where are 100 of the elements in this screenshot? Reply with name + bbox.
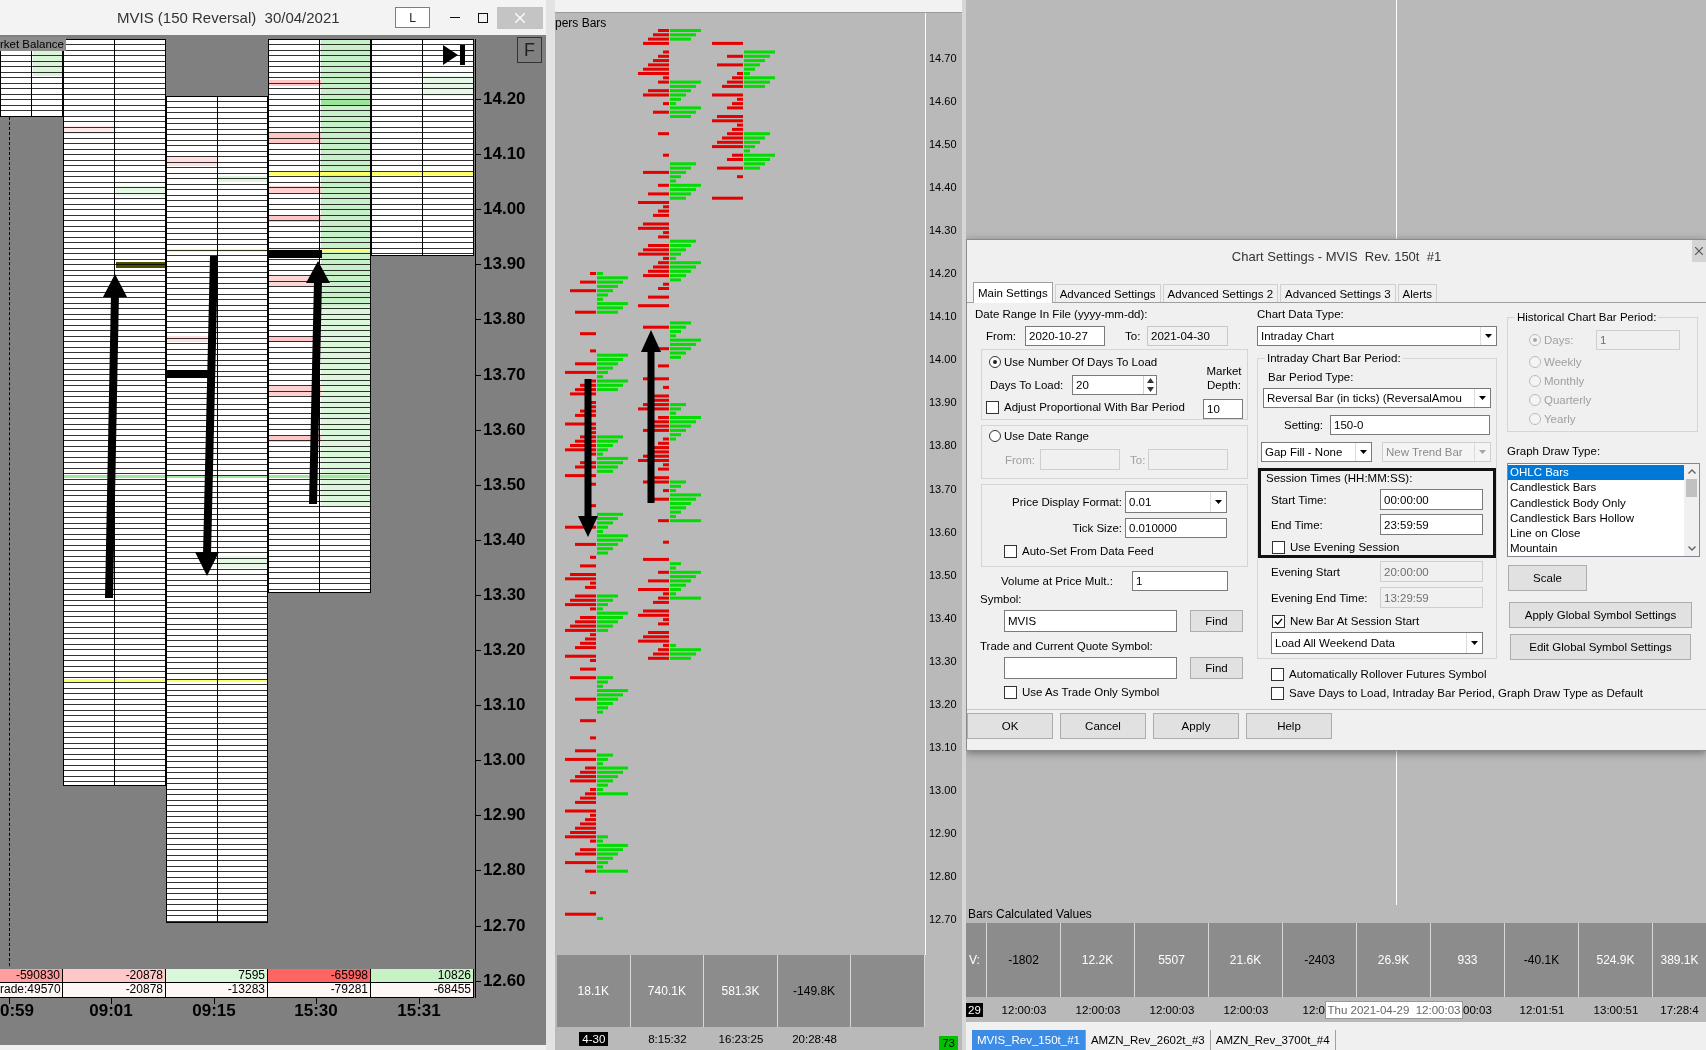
list-item[interactable]: Candlestick Bars [1508, 480, 1684, 496]
price-label: 13.80 [483, 309, 526, 330]
checkbox[interactable] [1004, 685, 1017, 699]
checkbox-label: Use Evening Session [1290, 541, 1400, 553]
list-item[interactable]: Candlestick Body Only [1508, 495, 1684, 511]
help-button[interactable]: Help [1246, 713, 1332, 739]
input-field[interactable]: 00:00:00 [1380, 489, 1483, 510]
input-field[interactable]: 2020-10-27 [1025, 326, 1105, 346]
caret-icon [1360, 450, 1367, 454]
field-label: Evening End Time: [1271, 590, 1369, 605]
apply-global-settings-button[interactable]: Apply Global Symbol Settings [1509, 602, 1692, 628]
checkbox[interactable] [1272, 614, 1285, 628]
input-field[interactable]: 20 [1072, 375, 1157, 395]
title-bar-button[interactable]: L [395, 7, 430, 28]
find-button[interactable]: Find [1190, 657, 1243, 679]
price-label: 14.40 [929, 180, 957, 195]
tab[interactable]: Advanced Settings 3 [1280, 284, 1396, 302]
checkbox[interactable] [1004, 544, 1017, 558]
price-label: 13.80 [929, 438, 957, 453]
dropdown[interactable]: Gap Fill - None [1261, 442, 1372, 462]
corner-button[interactable]: F [517, 37, 542, 63]
apply-button[interactable]: Apply [1153, 713, 1239, 739]
caret-icon [1479, 450, 1486, 454]
window-title: MVIS (150 Reversal) 30/04/2021 [117, 9, 340, 26]
summary-cell: -13283 [166, 983, 268, 998]
close-button[interactable] [1692, 240, 1706, 262]
radio-label: Monthly [1544, 375, 1585, 387]
dropdown[interactable]: 0.01 [1125, 491, 1227, 513]
price-label: 13.10 [929, 739, 957, 754]
summary-cell: -590830 [0, 969, 63, 983]
checkbox-label: Save Days to Load, Intraday Bar Period, Graph Draw Type as Default [1289, 687, 1643, 699]
scroll-thumb[interactable] [1686, 479, 1697, 497]
price-label: 13.30 [483, 584, 526, 605]
price-label: 14.00 [929, 352, 957, 367]
input-field[interactable]: 0.010000 [1125, 518, 1227, 538]
count-badge: 73 [939, 1035, 958, 1050]
radio-label: Days: [1544, 334, 1574, 346]
time-label: 0:59 [0, 1001, 36, 1021]
input-field[interactable]: 10 [1203, 399, 1243, 419]
input-field[interactable]: 2021-04-30 [1147, 326, 1228, 346]
study-value: 12.2K [1081, 953, 1114, 967]
edit-global-settings-button[interactable]: Edit Global Symbol Settings [1510, 634, 1691, 660]
tab[interactable]: Advanced Settings 2 [1162, 284, 1279, 302]
field-label: Trade and Current Quote Symbol: [980, 639, 1153, 653]
price-label: 13.60 [929, 524, 957, 539]
field-label: Symbol: [980, 592, 1022, 606]
price-label: 12.70 [929, 912, 957, 926]
price-label: 13.50 [483, 474, 526, 495]
tab[interactable]: Main Settings [973, 282, 1053, 303]
summary-cell: 10826 [371, 969, 474, 983]
study-label: Bars Calculated Values [968, 907, 1092, 921]
list-item[interactable]: OHLC Bars [1508, 465, 1684, 481]
checkbox[interactable] [986, 400, 999, 414]
cancel-button[interactable]: Cancel [1060, 713, 1146, 739]
dropdown[interactable]: Intraday Chart [1257, 326, 1497, 346]
dropdown[interactable]: Reversal Bar (in ticks) (ReversalAmou [1263, 388, 1491, 408]
checkbox[interactable] [1271, 667, 1284, 681]
checkbox-label: Auto-Set From Data Feed [1022, 545, 1154, 557]
input-field[interactable]: 1 [1132, 571, 1228, 591]
input-field[interactable]: 23:59:59 [1380, 514, 1483, 535]
input-field[interactable]: MVIS [1004, 610, 1177, 632]
dropdown[interactable]: Load All Weekend Data [1271, 632, 1483, 654]
price-label: 13.90 [483, 254, 526, 275]
scrollbar[interactable] [1684, 464, 1699, 556]
checkbox[interactable] [1272, 540, 1285, 554]
study-value: V: [969, 953, 980, 967]
radio-button[interactable] [989, 356, 1001, 368]
scale-button[interactable]: Scale [1508, 565, 1587, 591]
field-label: Volume at Price Mult.: [1001, 574, 1114, 588]
date-badge: 4-30 [579, 1031, 609, 1046]
skip-to-end-icon[interactable] [443, 45, 465, 65]
field-label: Start Time: [1271, 492, 1328, 507]
caret-icon [1485, 334, 1492, 338]
input-field[interactable] [1004, 657, 1177, 679]
list-item[interactable]: Candlestick Bars Hollow [1508, 510, 1684, 527]
checkbox[interactable] [1271, 686, 1284, 700]
price-label: 14.00 [483, 199, 526, 220]
summary-cell: -79281 [268, 983, 371, 998]
radio-button[interactable] [989, 430, 1001, 442]
field-label: Bar Period Type: [1268, 370, 1354, 384]
scroll-up-icon[interactable] [1687, 469, 1696, 474]
find-button[interactable]: Find [1190, 610, 1243, 632]
price-label: 14.70 [929, 51, 957, 65]
tab[interactable]: Advanced Settings [1054, 284, 1161, 302]
price-label: 14.50 [929, 137, 957, 152]
price-label: 14.10 [483, 144, 526, 165]
ok-button[interactable]: OK [967, 713, 1053, 739]
list-item[interactable]: Line on Close [1508, 526, 1684, 542]
spin-arrows-icon[interactable] [1146, 378, 1154, 392]
dialog-title: Chart Settings - MVIS Rev. 150t #1 [1231, 249, 1442, 264]
radio-label: Use Number Of Days To Load [1004, 356, 1158, 368]
time-label: 12:00:03 [1223, 1003, 1269, 1016]
field-label: End Time: [1271, 517, 1324, 532]
list-item[interactable]: Mountain [1508, 541, 1684, 557]
scroll-down-icon[interactable] [1687, 546, 1696, 551]
study-value: -1802 [1008, 953, 1039, 967]
input-field[interactable]: 150-0 [1330, 415, 1490, 435]
price-label: 14.30 [929, 223, 957, 238]
list-box[interactable]: OHLC Bars Candlestick Bars Candlestick Body Only Candlestick Bars Hollow Line on Close Mountain [1507, 463, 1700, 557]
tab[interactable]: Alerts [1397, 284, 1437, 302]
